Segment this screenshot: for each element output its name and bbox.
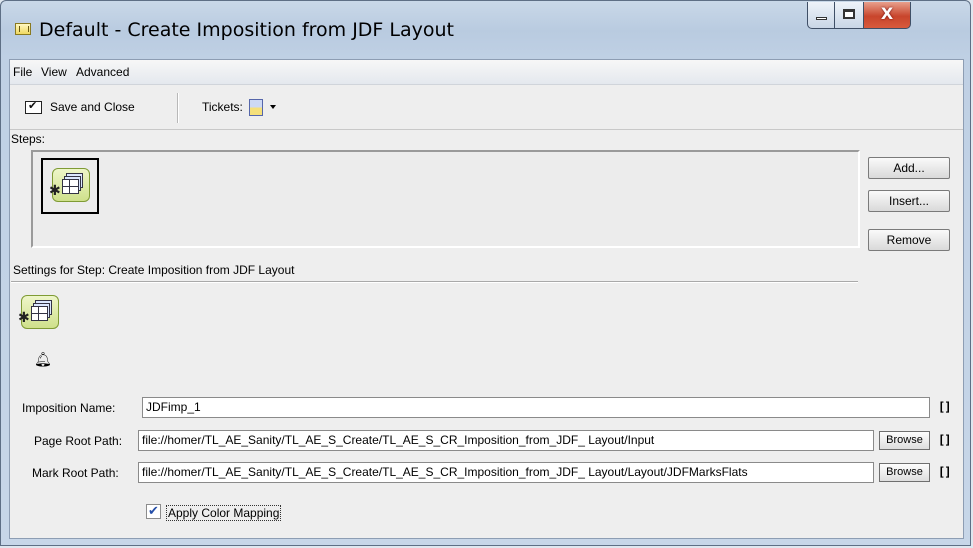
add-button[interactable]: Add... — [868, 157, 950, 179]
page-root-path-label: Page Root Path: — [34, 434, 123, 448]
apply-color-mapping-checkbox[interactable] — [146, 503, 161, 519]
maximize-button[interactable] — [835, 2, 864, 29]
imposition-name-label: Imposition Name: — [22, 401, 116, 415]
insert-button[interactable]: Insert... — [868, 190, 950, 212]
toolbar-separator — [177, 93, 179, 123]
page-root-path-field[interactable]: file://homer/TL_AE_Sanity/TL_AE_S_Create… — [138, 430, 874, 451]
tickets-dropdown[interactable]: Tickets: — [202, 95, 276, 119]
close-icon: X — [880, 4, 894, 23]
step-settings-icon: ✱ — [18, 295, 59, 329]
bell-icon: 🔔︎ — [34, 352, 52, 368]
menu-bar: File View Advanced — [10, 60, 963, 85]
minimize-button[interactable] — [807, 2, 835, 29]
menu-view[interactable]: View — [41, 65, 67, 79]
mark-root-path-label: Mark Root Path: — [32, 466, 119, 480]
menu-advanced[interactable]: Advanced — [76, 65, 129, 79]
dialog-client-area: File View Advanced Save and Close Ticket… — [9, 59, 964, 539]
remove-button[interactable]: Remove — [868, 229, 950, 251]
steps-label: Steps: — [11, 132, 46, 146]
apply-color-mapping-label[interactable]: Apply Color Mapping — [166, 505, 282, 521]
mark-root-path-field[interactable]: file://homer/TL_AE_Sanity/TL_AE_S_Create… — [138, 462, 874, 483]
save-and-close-button[interactable]: Save and Close — [25, 95, 135, 119]
save-check-icon — [25, 99, 42, 114]
imposition-step-icon: ✱ — [49, 168, 90, 202]
menu-file[interactable]: File — [13, 65, 32, 79]
step-item-selected[interactable]: ✱ — [41, 158, 99, 214]
close-button[interactable]: X — [864, 2, 911, 29]
maximize-icon — [843, 9, 855, 19]
minimize-icon — [816, 17, 827, 20]
tickets-label: Tickets: — [202, 100, 243, 114]
app-icon — [15, 23, 31, 35]
window-title: Default - Create Imposition from JDF Lay… — [39, 19, 454, 41]
page-root-variable-button[interactable]: [] — [938, 433, 951, 447]
imposition-name-variable-button[interactable]: [] — [938, 400, 951, 414]
steps-list[interactable]: ✱ — [31, 150, 860, 248]
page-root-browse-button[interactable]: Browse — [879, 431, 930, 450]
settings-heading: Settings for Step: Create Imposition fro… — [13, 263, 295, 277]
mark-root-browse-button[interactable]: Browse — [879, 463, 930, 482]
dropdown-arrow-icon — [269, 105, 276, 109]
imposition-name-field[interactable]: JDFimp_1 — [142, 397, 930, 418]
mark-root-variable-button[interactable]: [] — [938, 465, 951, 479]
toolbar: Save and Close Tickets: — [10, 85, 963, 130]
settings-divider — [11, 281, 858, 283]
ticket-icon — [248, 98, 263, 116]
title-bar[interactable]: Default - Create Imposition from JDF Lay… — [1, 1, 970, 59]
application-window: Default - Create Imposition from JDF Lay… — [0, 0, 971, 546]
save-and-close-label: Save and Close — [50, 100, 135, 114]
